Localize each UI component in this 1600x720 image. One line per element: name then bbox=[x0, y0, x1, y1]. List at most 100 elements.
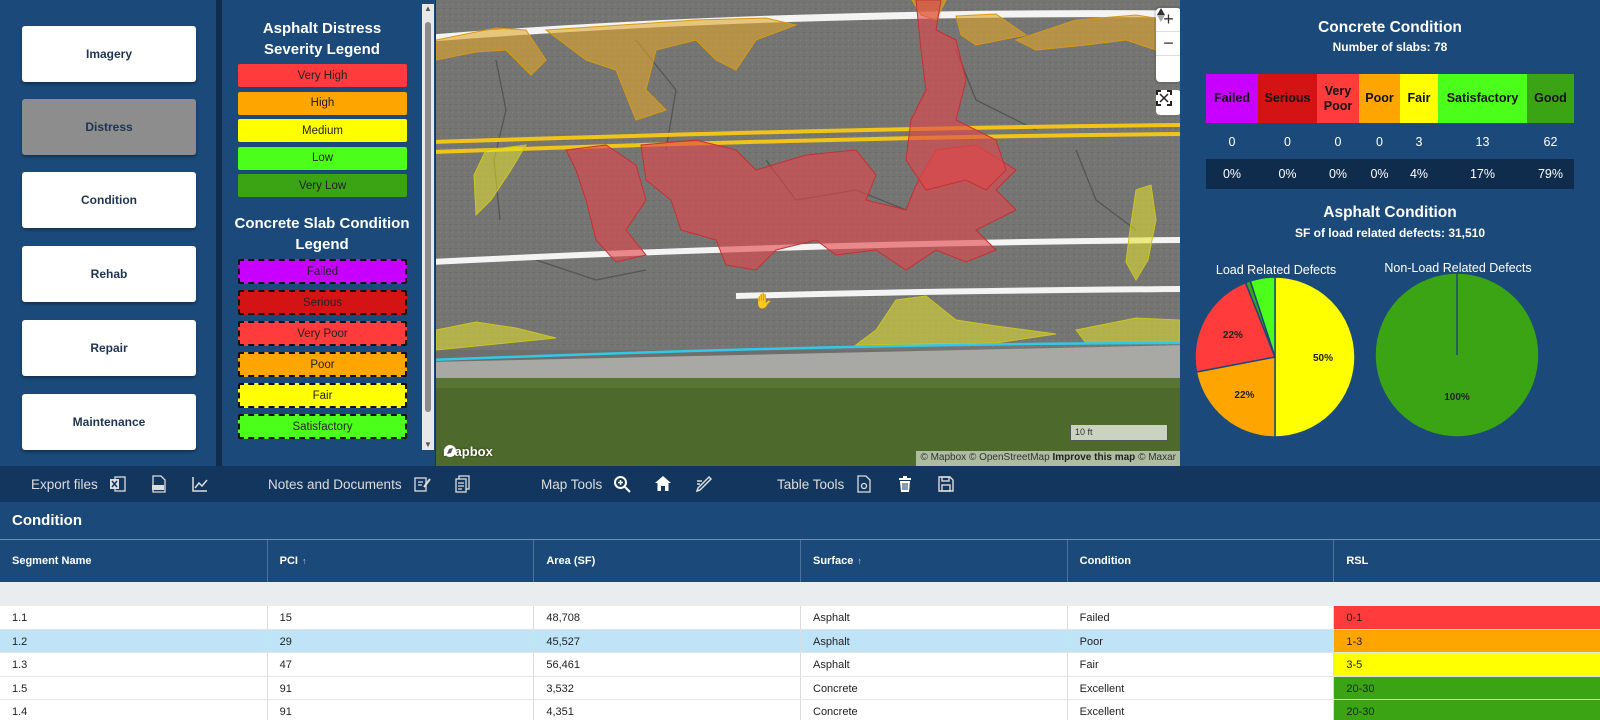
table-cell-pci: 91 bbox=[266, 700, 534, 720]
sort-arrow-icon[interactable]: ↑ bbox=[857, 556, 862, 566]
table-cell-rsl: 0-1 bbox=[1333, 606, 1600, 629]
table-row[interactable]: 1.2 29 45,527 Asphalt Poor 1-3 bbox=[0, 629, 1600, 653]
table-header-cell[interactable]: Condition bbox=[1066, 540, 1334, 582]
slab-legend-item: Serious bbox=[238, 290, 407, 315]
edit-notes-icon[interactable] bbox=[412, 474, 432, 494]
map-tools-label: Map Tools bbox=[541, 476, 603, 492]
table-row[interactable]: 1.3 47 56,461 Asphalt Fair 3-5 bbox=[0, 653, 1600, 677]
nav-maintenance-button[interactable]: Maintenance bbox=[22, 394, 196, 450]
header-label: Area (SF) bbox=[546, 555, 596, 567]
table-cell-pci: 15 bbox=[266, 606, 534, 629]
nav-distress-button[interactable]: Distress bbox=[22, 99, 196, 155]
slab-header-cell: Satisfactory bbox=[1438, 74, 1527, 123]
improve-map-link[interactable]: Improve this map bbox=[1052, 452, 1135, 463]
add-file-icon[interactable] bbox=[854, 474, 874, 494]
table-cell-surface: Concrete bbox=[800, 676, 1067, 699]
app-root: Imagery Distress Condition Rehab Repair … bbox=[0, 0, 1600, 720]
slab-percent-cell: 4% bbox=[1409, 167, 1429, 181]
nav-imagery-button[interactable]: Imagery bbox=[22, 26, 196, 82]
slab-header-cell: Serious bbox=[1258, 74, 1317, 123]
table-cell-rsl: 3-5 bbox=[1333, 653, 1600, 676]
slab-count-cell: 3 bbox=[1415, 135, 1423, 149]
table-body: 1.1 15 48,708 Asphalt Failed 0-1 1.2 29 45,527 As… bbox=[0, 606, 1600, 720]
export-label: Export files bbox=[31, 476, 98, 492]
slab-legend-item: Satisfactory bbox=[238, 414, 407, 439]
mapbox-logo[interactable]: mapbox bbox=[443, 444, 493, 459]
draw-tool-icon[interactable] bbox=[694, 474, 714, 494]
table-tools-group: Table Tools bbox=[777, 466, 977, 502]
slab-header-cell: Good bbox=[1527, 74, 1574, 123]
chart-export-icon[interactable] bbox=[190, 474, 210, 494]
table-cell-surface: Asphalt bbox=[800, 629, 1067, 652]
table-header-cell[interactable]: Surface ↑ bbox=[800, 540, 1067, 582]
save-icon[interactable] bbox=[936, 474, 956, 494]
table-row[interactable]: 1.5 91 3,532 Concrete Excellent 20-30 bbox=[0, 676, 1600, 700]
table-filter-row[interactable] bbox=[0, 582, 1600, 606]
table-cell-surface: Asphalt bbox=[800, 606, 1067, 629]
notes-group: Notes and Documents bbox=[268, 466, 494, 502]
scroll-up-icon[interactable]: ▲ bbox=[423, 4, 433, 14]
nav-condition-button[interactable]: Condition bbox=[22, 172, 196, 228]
table-cell-condition: Failed bbox=[1066, 606, 1334, 629]
table-row[interactable]: 1.4 91 4,351 Concrete Excellent 20-30 bbox=[0, 700, 1600, 720]
table-header-cell[interactable]: Area (SF) bbox=[533, 540, 800, 582]
zoom-out-button[interactable]: − bbox=[1156, 32, 1180, 56]
slab-legend-item: Very Poor bbox=[238, 321, 407, 346]
asphalt-title: Asphalt Condition bbox=[1323, 204, 1457, 221]
asphalt-legend-title: Asphalt Distress Severity Legend bbox=[262, 20, 382, 58]
table-row[interactable]: 1.1 15 48,708 Asphalt Failed 0-1 bbox=[0, 606, 1600, 630]
legend-scrollbar[interactable]: ▲ ▼ bbox=[422, 4, 434, 450]
zoom-search-icon[interactable] bbox=[612, 474, 632, 494]
map-view[interactable]: + − ✋ 10 ft mapbox © Mapbox © OpenStreet… bbox=[436, 0, 1180, 466]
asphalt-legend-item: Low bbox=[238, 146, 407, 170]
table-cell-condition: Excellent bbox=[1066, 676, 1334, 699]
compass-icon[interactable] bbox=[1156, 8, 1180, 80]
home-icon[interactable] bbox=[653, 474, 673, 494]
fullscreen-icon[interactable] bbox=[1156, 90, 1180, 115]
documents-icon[interactable] bbox=[453, 474, 473, 494]
slab-percent-cell: 79% bbox=[1537, 167, 1564, 181]
excel-export-icon[interactable] bbox=[108, 474, 128, 494]
nav-rehab-button[interactable]: Rehab bbox=[22, 246, 196, 302]
map-scale-bar: 10 ft bbox=[1070, 425, 1168, 441]
slab-legend-item: Failed bbox=[238, 259, 407, 284]
legend-panel: Asphalt Distress Severity Legend Very Hi… bbox=[222, 0, 435, 466]
slab-percent-cell: 17% bbox=[1469, 167, 1496, 181]
table-cell-rsl: 20-30 bbox=[1333, 700, 1600, 720]
table-header-cell[interactable]: Segment Name bbox=[0, 540, 267, 582]
export-group: Export files bbox=[31, 466, 231, 502]
attribution-maxar: © Maxar bbox=[1138, 452, 1176, 463]
map-attribution: © Mapbox © OpenStreetMap Improve this ma… bbox=[916, 451, 1180, 466]
scroll-down-icon[interactable]: ▼ bbox=[423, 440, 433, 450]
sort-arrow-icon[interactable]: ↑ bbox=[302, 556, 307, 566]
mapbox-icon bbox=[444, 445, 456, 457]
slab-header-cell: Fair bbox=[1400, 74, 1438, 123]
concrete-title: Concrete Condition bbox=[1318, 19, 1462, 36]
nonload-pie-chart: 100% bbox=[1375, 272, 1540, 438]
map-tools-group: Map Tools bbox=[541, 466, 735, 502]
zoom-controls: + − bbox=[1156, 8, 1180, 82]
table-header-cell[interactable]: PCI ↑ bbox=[266, 540, 534, 582]
header-label: PCI bbox=[279, 555, 298, 567]
asphalt-legend-item: Very High bbox=[238, 64, 407, 87]
table-cell-surface: Concrete bbox=[800, 700, 1067, 720]
slab-count-row: 0 0 0 0 3 13 62 bbox=[1206, 127, 1574, 157]
scrollbar-thumb[interactable] bbox=[425, 22, 431, 412]
slab-legend-title: Concrete Slab Condition Legend bbox=[234, 215, 410, 253]
attribution-text: © Mapbox © OpenStreetMap bbox=[920, 452, 1050, 463]
pdf-export-icon[interactable] bbox=[149, 474, 169, 494]
notes-label: Notes and Documents bbox=[268, 476, 402, 492]
slab-header-cell: Failed bbox=[1206, 74, 1258, 123]
nav-repair-button[interactable]: Repair bbox=[22, 320, 196, 376]
table-cell-area: 3,532 bbox=[533, 676, 800, 699]
table-title: Condition bbox=[0, 502, 1600, 540]
concrete-condition-table: Failed Serious Very Poor Poor Fair Satisfacto… bbox=[1206, 74, 1574, 189]
asphalt-legend-item: High bbox=[238, 91, 407, 115]
table-header-cell[interactable]: RSL bbox=[1333, 540, 1600, 582]
trash-icon[interactable] bbox=[895, 474, 915, 494]
table-cell-area: 45,527 bbox=[533, 629, 800, 652]
slab-legend-item: Poor bbox=[238, 352, 407, 377]
slab-percent-cell: 0% bbox=[1222, 167, 1242, 181]
slab-count-cell: 0 bbox=[1376, 135, 1383, 149]
slab-count-cell: 62 bbox=[1543, 135, 1558, 149]
